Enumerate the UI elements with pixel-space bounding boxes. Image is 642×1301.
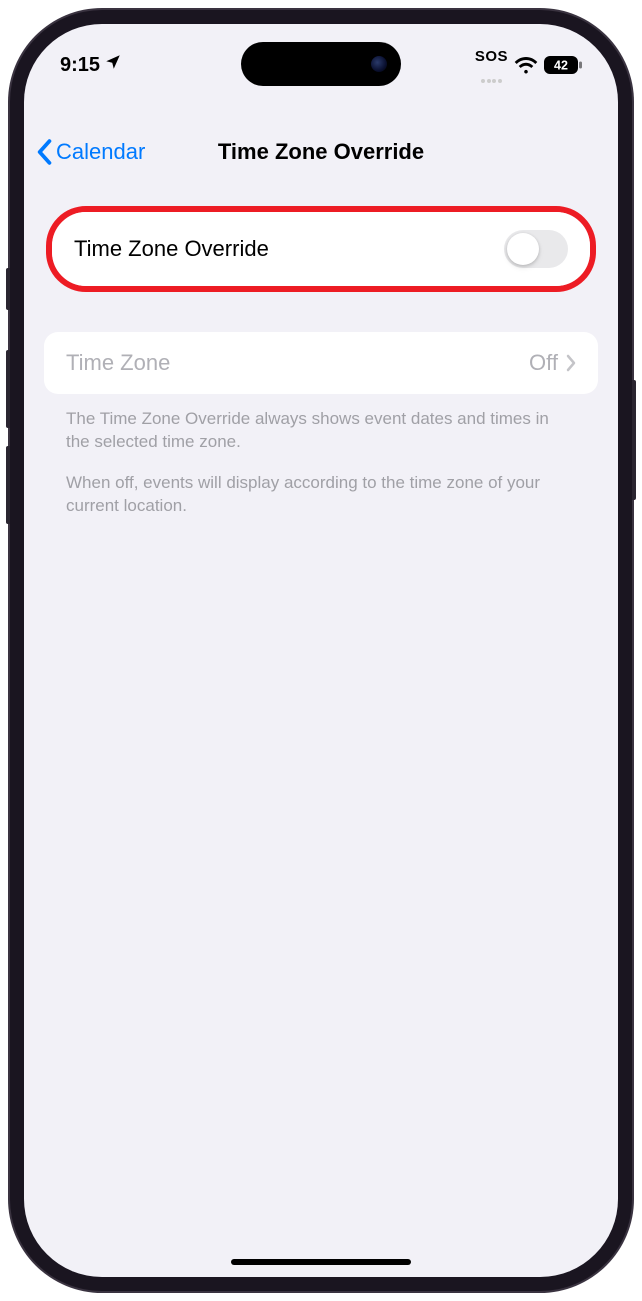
back-button[interactable]: Calendar xyxy=(36,139,145,165)
wifi-icon xyxy=(514,55,538,75)
front-camera xyxy=(371,56,387,72)
chevron-right-icon xyxy=(566,354,576,372)
override-group: Time Zone Override xyxy=(52,212,590,286)
status-time: 9:15 xyxy=(60,54,100,77)
time-zone-group: Time Zone Off xyxy=(44,332,598,394)
home-indicator[interactable] xyxy=(231,1259,411,1265)
dynamic-island xyxy=(241,42,401,86)
footer-paragraph-2: When off, events will display according … xyxy=(66,472,576,518)
override-label: Time Zone Override xyxy=(74,236,269,262)
cell-status: SOS xyxy=(475,48,508,83)
content-area: Time Zone Override Time Zone Off xyxy=(24,196,618,1277)
side-button xyxy=(6,268,10,310)
sos-label: SOS xyxy=(475,48,508,65)
location-arrow-icon xyxy=(104,53,122,77)
back-label: Calendar xyxy=(56,139,145,165)
power-button xyxy=(632,380,636,500)
footer-paragraph-1: The Time Zone Override always shows even… xyxy=(66,408,576,454)
time-zone-override-toggle[interactable] xyxy=(504,230,568,268)
volume-down-button xyxy=(6,446,10,524)
volume-up-button xyxy=(6,350,10,428)
time-zone-label: Time Zone xyxy=(66,350,170,376)
time-zone-row[interactable]: Time Zone Off xyxy=(44,332,598,394)
navigation-bar: Calendar Time Zone Override xyxy=(24,124,618,180)
time-zone-override-row[interactable]: Time Zone Override xyxy=(52,212,590,286)
chevron-left-icon xyxy=(36,139,52,165)
phone-frame: 9:15 SOS xyxy=(10,10,632,1291)
footer-description: The Time Zone Override always shows even… xyxy=(44,394,598,518)
time-zone-value: Off xyxy=(529,350,558,376)
screen: 9:15 SOS xyxy=(24,24,618,1277)
cell-signal-dots-icon xyxy=(481,79,502,83)
battery-level: 42 xyxy=(554,59,568,73)
toggle-knob xyxy=(507,233,539,265)
page-title: Time Zone Override xyxy=(218,139,424,165)
battery-icon: 42 xyxy=(544,56,582,74)
highlight-annotation: Time Zone Override xyxy=(46,206,596,292)
